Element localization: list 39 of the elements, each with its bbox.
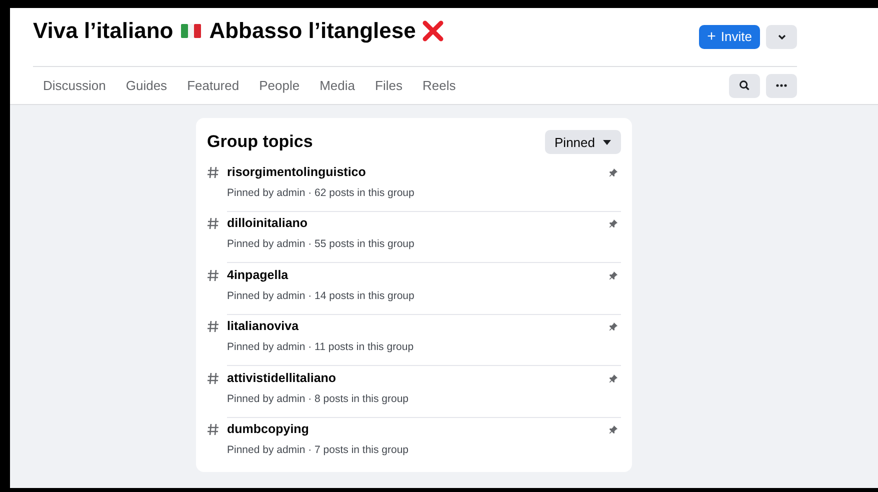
pinned-filter-button[interactable]: Pinned	[544, 130, 621, 154]
topic-name[interactable]: litalianoviva	[227, 319, 621, 334]
topic-meta: Pinned by admin · 62 posts in this group	[227, 187, 416, 199]
nav-tab[interactable]: Media	[310, 67, 366, 104]
topic-name[interactable]: dilloinitaliano	[227, 216, 621, 230]
italy-flag-icon	[181, 24, 202, 38]
group-title: Abbasso l’itanglese	[209, 18, 416, 44]
topic-meta: Pinned by admin · 7 posts in this group	[227, 444, 410, 456]
dropdown-button[interactable]	[766, 25, 797, 49]
more-button[interactable]	[766, 74, 797, 98]
cross-mark-icon	[422, 20, 444, 42]
topic-name[interactable]: risorgimentolinguistico	[227, 165, 621, 179]
hashtag-icon	[207, 320, 219, 334]
hashtag-icon	[207, 166, 219, 179]
search-button[interactable]	[729, 74, 760, 98]
hashtag-icon	[207, 217, 219, 230]
topic-meta: Pinned by admin · 11 posts in this group	[227, 341, 415, 354]
nav-tab[interactable]: Discussion	[33, 67, 116, 104]
nav-tab[interactable]: Guides	[116, 67, 178, 104]
invite-button[interactable]: + Invite	[699, 24, 760, 48]
topic-meta: Pinned by admin · 14 posts in this group	[227, 290, 416, 302]
nav-tab[interactable]: Files	[365, 67, 412, 104]
nav-tab[interactable]: Featured	[177, 67, 250, 104]
card-title: Group topics	[207, 132, 313, 152]
topic-name[interactable]: 4inpagella	[227, 268, 621, 282]
topic-meta: Pinned by admin · 8 posts in this group	[227, 392, 410, 405]
chevron-down-icon	[776, 34, 786, 40]
nav-tab[interactable]: Reels	[412, 67, 466, 104]
topic-name[interactable]: dumbcopying	[227, 422, 621, 436]
group-title: Viva l’italiano	[33, 18, 174, 44]
hashtag-icon	[207, 422, 219, 436]
topic-name[interactable]: attivistidellitaliano	[227, 370, 621, 385]
more-icon	[776, 84, 787, 87]
search-icon	[739, 80, 750, 91]
hashtag-icon	[207, 372, 219, 385]
topic-meta: Pinned by admin · 55 posts in this group	[227, 238, 416, 250]
nav-tab[interactable]: People	[249, 67, 310, 104]
hashtag-icon	[207, 268, 219, 282]
caret-icon	[603, 140, 611, 144]
